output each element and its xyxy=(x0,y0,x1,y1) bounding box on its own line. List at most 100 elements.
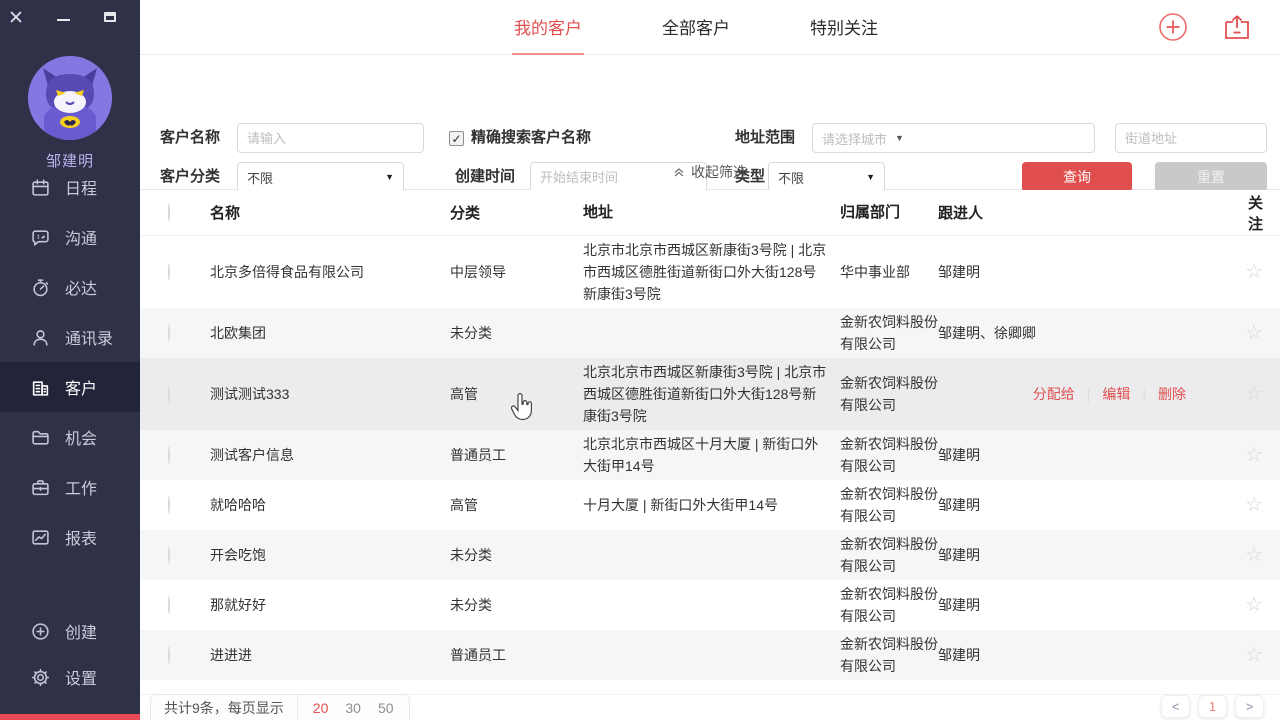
sidebar-item-chat[interactable]: 沟通 xyxy=(0,212,140,262)
customer-follower: 邹建明 xyxy=(938,595,980,615)
column-favorite: 关注 xyxy=(1234,192,1263,234)
city-select[interactable]: 请选择城市 ▼ xyxy=(812,123,1095,153)
sidebar-item-calendar[interactable]: 日程 xyxy=(0,162,140,212)
row-select-radio[interactable] xyxy=(168,496,170,514)
table-row[interactable]: 测试测试333高管北京北京市西城区新康街3号院 | 北京市西城区德胜街道新街口外… xyxy=(140,358,1280,430)
favorite-cell: ☆ xyxy=(1234,595,1263,615)
star-icon[interactable]: ☆ xyxy=(1245,444,1263,466)
tab-全部客户[interactable]: 全部客户 xyxy=(660,0,732,55)
table-row[interactable]: 北欧集团未分类金新农饲料股份有限公司邹建明、徐卿卿☆ xyxy=(140,308,1280,358)
close-button[interactable] xyxy=(6,7,26,27)
tab-我的客户[interactable]: 我的客户 xyxy=(512,0,584,55)
star-icon[interactable]: ☆ xyxy=(1245,383,1263,405)
customer-follower: 邹建明 xyxy=(938,445,980,465)
star-icon[interactable]: ☆ xyxy=(1245,261,1263,283)
table-row[interactable]: 开会吃饱未分类金新农饲料股份有限公司邹建明☆ xyxy=(140,530,1280,580)
row-select-radio[interactable] xyxy=(168,596,170,614)
table-row[interactable]: 测试客户信息普通员工北京北京市西城区十月大厦 | 新街口外大街甲14号金新农饲料… xyxy=(140,430,1280,480)
pager: < 1 > xyxy=(1161,695,1264,718)
sidebar-item-contacts[interactable]: 通讯录 xyxy=(0,312,140,362)
sidebar-item-stopwatch[interactable]: 必达 xyxy=(0,262,140,312)
action-separator: | xyxy=(1087,386,1091,402)
customer-category: 高管 xyxy=(450,384,583,404)
sidebar-item-label: 客户 xyxy=(65,375,97,399)
page-size-50[interactable]: 50 xyxy=(378,700,394,716)
customer-department: 金新农饲料股份有限公司 xyxy=(840,533,938,577)
row-action-分配给[interactable]: 分配给 xyxy=(1033,384,1075,404)
favorite-cell: ☆ xyxy=(1234,262,1263,282)
customer-name: 那就好好 xyxy=(210,595,450,615)
street-address-input[interactable] xyxy=(1115,123,1267,153)
customer-category: 高管 xyxy=(450,495,583,515)
row-action-编辑[interactable]: 编辑 xyxy=(1102,384,1130,404)
row-action-删除[interactable]: 删除 xyxy=(1158,384,1186,404)
page-size-30[interactable]: 30 xyxy=(345,700,361,716)
contacts-icon xyxy=(30,327,50,347)
customer-address: 北京北京市西城区新康街3号院 | 北京市西城区德胜街道新街口外大街128号新康街… xyxy=(583,361,840,427)
avatar-cat-image xyxy=(28,56,112,140)
row-select-cell xyxy=(168,386,210,402)
briefcase-icon xyxy=(30,477,50,497)
minimize-icon xyxy=(57,19,70,21)
sidebar-menu: 日程沟通必达通讯录客户机会工作报表 xyxy=(0,162,140,562)
star-icon[interactable]: ☆ xyxy=(1245,644,1263,666)
sidebar-item-customers[interactable]: 客户 xyxy=(0,362,140,412)
table-header: 名称 分类 地址 归属部门 跟进人 关注 xyxy=(140,190,1280,236)
sidebar-item-label: 日程 xyxy=(65,175,97,199)
bottom-red-strip xyxy=(0,714,140,720)
row-select-radio[interactable] xyxy=(168,263,170,281)
minimize-button[interactable] xyxy=(53,7,73,27)
sidebar-item-label: 创建 xyxy=(65,619,97,643)
customer-name-input[interactable] xyxy=(237,123,424,153)
row-select-radio[interactable] xyxy=(168,385,170,403)
customer-category: 中层领导 xyxy=(450,262,583,282)
collapse-filters-button[interactable]: 收起筛选 xyxy=(140,155,1280,189)
main-content: 我的客户全部客户特别关注 客户名称 ✓ 精确搜索客户名称 地址范围 xyxy=(140,0,1280,720)
next-page-button[interactable]: > xyxy=(1235,695,1264,718)
table-row[interactable]: 就哈哈哈高管十月大厦 | 新街口外大街甲14号金新农饲料股份有限公司邹建明☆ xyxy=(140,480,1280,530)
topbar: 我的客户 全部客户 特别关注 xyxy=(140,0,1280,55)
sidebar-item-label: 机会 xyxy=(65,425,97,449)
export-button[interactable] xyxy=(1222,12,1252,42)
row-select-cell xyxy=(168,447,210,463)
star-icon[interactable]: ☆ xyxy=(1245,544,1263,566)
page-size-20[interactable]: 20 xyxy=(313,700,329,716)
select-all-radio[interactable] xyxy=(168,203,170,222)
sidebar-item-briefcase[interactable]: 工作 xyxy=(0,462,140,512)
row-select-radio[interactable] xyxy=(168,646,170,664)
customer-follower: 邹建明、徐卿卿 xyxy=(938,323,1036,343)
customer-name: 就哈哈哈 xyxy=(210,495,450,515)
current-page-button[interactable]: 1 xyxy=(1198,695,1227,718)
row-select-radio[interactable] xyxy=(168,324,170,342)
close-icon xyxy=(9,10,23,24)
column-category: 分类 xyxy=(450,202,583,223)
table-row[interactable]: 进进进普通员工金新农饲料股份有限公司邹建明☆ xyxy=(140,630,1280,680)
tab-特别关注[interactable]: 特别关注 xyxy=(808,0,880,55)
sidebar-item-plus-circle[interactable]: 创建 xyxy=(0,608,140,654)
maximize-button[interactable] xyxy=(100,7,120,27)
customer-table: 北京多倍得食品有限公司中层领导北京市北京市西城区新康街3号院 | 北京市西城区德… xyxy=(140,236,1280,694)
customer-follower-cell: 邹建明 xyxy=(938,595,1234,615)
sidebar-item-gear[interactable]: 设置 xyxy=(0,654,140,700)
sidebar-item-folder[interactable]: 机会 xyxy=(0,412,140,462)
table-row[interactable]: 北京多倍得食品有限公司中层领导北京市北京市西城区新康街3号院 | 北京市西城区德… xyxy=(140,236,1280,308)
calendar-icon xyxy=(30,177,50,197)
star-icon[interactable]: ☆ xyxy=(1245,594,1263,616)
row-select-radio[interactable] xyxy=(168,546,170,564)
customer-department: 金新农饲料股份有限公司 xyxy=(840,633,938,677)
customer-follower-cell: 邹建明、徐卿卿 xyxy=(938,323,1234,343)
sidebar-item-report[interactable]: 报表 xyxy=(0,512,140,562)
customer-category: 未分类 xyxy=(450,595,583,615)
avatar[interactable] xyxy=(28,56,112,140)
customer-department: 金新农饲料股份有限公司 xyxy=(840,483,938,527)
star-icon[interactable]: ☆ xyxy=(1245,322,1263,344)
star-icon[interactable]: ☆ xyxy=(1245,494,1263,516)
table-row[interactable]: 那就好好未分类金新农饲料股份有限公司邹建明☆ xyxy=(140,580,1280,630)
add-customer-button[interactable] xyxy=(1158,12,1188,42)
row-select-radio[interactable] xyxy=(168,446,170,464)
customer-follower-cell: 邹建明 xyxy=(938,645,1234,665)
prev-page-button[interactable]: < xyxy=(1161,695,1190,718)
stopwatch-icon xyxy=(30,277,50,297)
customer-follower-cell: 邹建明 xyxy=(938,262,1234,282)
exact-search-checkbox[interactable]: ✓ xyxy=(449,131,464,146)
